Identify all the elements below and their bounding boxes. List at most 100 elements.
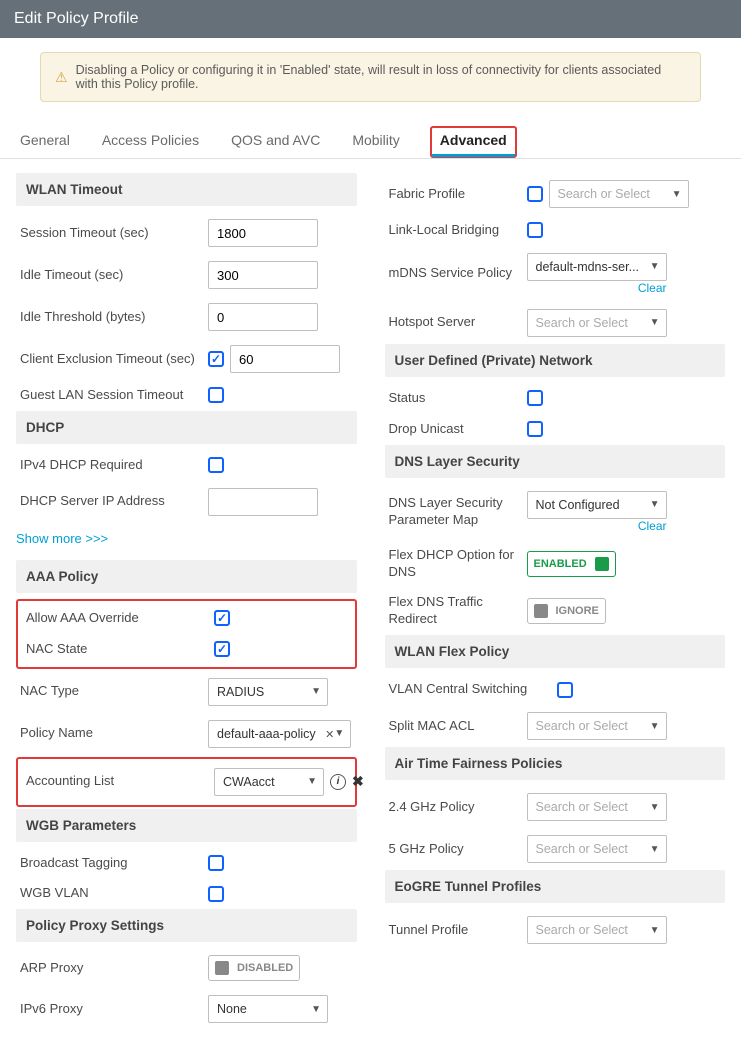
label-accounting-list: Accounting List (26, 773, 206, 790)
input-dhcp-server-ip[interactable] (208, 488, 318, 516)
row-accounting-list: Accounting List CWAacct▼ i ✖ (22, 761, 351, 803)
select-policy-name[interactable]: default-aaa-policy ✕▼ (208, 720, 351, 748)
row-flex-dhcp: Flex DHCP Option for DNS ENABLED (385, 540, 726, 588)
label-fabric-profile: Fabric Profile (389, 186, 519, 203)
remove-x-icon[interactable]: ✖ (352, 773, 364, 790)
row-mdns: mDNS Service Policy default-mdns-ser...▼… (385, 246, 726, 302)
select-dns-param[interactable]: Not Configured▼ (527, 491, 667, 519)
label-status: Status (389, 390, 519, 407)
row-hotspot: Hotspot Server Search or Select▼ (385, 302, 726, 344)
checkbox-broadcast-tagging[interactable] (208, 855, 224, 871)
select-hotspot[interactable]: Search or Select▼ (527, 309, 667, 337)
select-accounting-list[interactable]: CWAacct▼ (214, 768, 324, 796)
row-wgb-vlan: WGB VLAN (16, 878, 357, 909)
row-policy-name: Policy Name default-aaa-policy ✕▼ (16, 713, 357, 755)
warning-banner: ⚠ Disabling a Policy or configuring it i… (40, 52, 701, 102)
checkbox-wgb-vlan[interactable] (208, 886, 224, 902)
caret-down-icon: ▼ (650, 261, 660, 272)
label-broadcast-tagging: Broadcast Tagging (20, 855, 200, 872)
select-mdns[interactable]: default-mdns-ser...▼ (527, 253, 667, 281)
label-tunnel: Tunnel Profile (389, 922, 519, 939)
input-idle-timeout[interactable] (208, 261, 318, 289)
caret-down-icon: ▼ (334, 728, 344, 739)
label-policy-name: Policy Name (20, 725, 200, 742)
toggle-square-icon (595, 557, 609, 571)
input-idle-threshold[interactable] (208, 303, 318, 331)
row-broadcast-tagging: Broadcast Tagging (16, 848, 357, 879)
caret-down-icon: ▼ (311, 686, 321, 697)
checkbox-guest-lan[interactable] (208, 387, 224, 403)
input-session-timeout[interactable] (208, 219, 318, 247)
tab-qos-avc[interactable]: QOS and AVC (229, 126, 322, 158)
highlight-accounting-list: Accounting List CWAacct▼ i ✖ (16, 757, 357, 807)
warning-text: Disabling a Policy or configuring it in … (76, 63, 686, 91)
label-client-exclusion: Client Exclusion Timeout (sec) (20, 351, 200, 368)
toggle-square-icon (534, 604, 548, 618)
label-split-mac: Split MAC ACL (389, 718, 519, 735)
row-nac-type: NAC Type RADIUS▼ (16, 671, 357, 713)
select-tunnel[interactable]: Search or Select▼ (527, 916, 667, 944)
checkbox-ipv4-dhcp[interactable] (208, 457, 224, 473)
checkbox-vlan-central[interactable] (557, 682, 573, 698)
row-5ghz: 5 GHz Policy Search or Select▼ (385, 828, 726, 870)
link-show-more[interactable]: Show more >>> (16, 531, 108, 546)
row-24ghz: 2.4 GHz Policy Search or Select▼ (385, 786, 726, 828)
tab-advanced[interactable]: Advanced (430, 126, 517, 158)
tab-mobility[interactable]: Mobility (350, 126, 401, 158)
caret-down-icon: ▼ (650, 499, 660, 510)
section-dns: DNS Layer Security (385, 445, 726, 478)
form-columns: WLAN Timeout Session Timeout (sec) Idle … (0, 159, 741, 1054)
select-fabric-profile[interactable]: Search or Select▼ (549, 180, 689, 208)
row-ipv4-dhcp: IPv4 DHCP Required (16, 450, 357, 481)
section-proxy: Policy Proxy Settings (16, 909, 357, 942)
row-dhcp-server-ip: DHCP Server IP Address (16, 481, 357, 523)
row-flex-dns: Flex DNS Traffic Redirect IGNORE (385, 587, 726, 635)
caret-down-icon: ▼ (650, 802, 660, 813)
label-ipv6-proxy: IPv6 Proxy (20, 1001, 200, 1018)
tab-general[interactable]: General (18, 126, 72, 158)
toggle-flex-dhcp[interactable]: ENABLED (527, 551, 616, 577)
select-split-mac[interactable]: Search or Select▼ (527, 712, 667, 740)
info-icon[interactable]: i (330, 774, 346, 790)
checkbox-allow-aaa[interactable] (214, 610, 230, 626)
toggle-flex-dns[interactable]: IGNORE (527, 598, 606, 624)
checkbox-fabric-profile[interactable] (527, 186, 543, 202)
tab-bar: General Access Policies QOS and AVC Mobi… (0, 116, 741, 159)
row-session-timeout: Session Timeout (sec) (16, 212, 357, 254)
caret-down-icon: ▼ (672, 189, 682, 200)
page-title: Edit Policy Profile (14, 10, 139, 27)
left-column: WLAN Timeout Session Timeout (sec) Idle … (16, 173, 357, 1030)
clear-x-icon[interactable]: ✕ (325, 729, 334, 741)
toggle-arp-proxy[interactable]: DISABLED (208, 955, 300, 981)
select-nac-type[interactable]: RADIUS▼ (208, 678, 328, 706)
label-flex-dns: Flex DNS Traffic Redirect (389, 594, 519, 628)
label-5ghz: 5 GHz Policy (389, 841, 519, 858)
link-clear-dns[interactable]: Clear (638, 519, 667, 533)
label-allow-aaa: Allow AAA Override (26, 610, 206, 627)
link-clear-mdns[interactable]: Clear (638, 281, 667, 295)
row-allow-aaa: Allow AAA Override (22, 603, 351, 634)
checkbox-status[interactable] (527, 390, 543, 406)
section-aaa-policy: AAA Policy (16, 560, 357, 593)
section-eogre: EoGRE Tunnel Profiles (385, 870, 726, 903)
select-ipv6-proxy[interactable]: None▼ (208, 995, 328, 1023)
select-24ghz[interactable]: Search or Select▼ (527, 793, 667, 821)
checkbox-drop-unicast[interactable] (527, 421, 543, 437)
caret-down-icon: ▼ (307, 776, 317, 787)
row-fabric-profile: Fabric Profile Search or Select▼ (385, 173, 726, 215)
label-mdns: mDNS Service Policy (389, 265, 519, 282)
toggle-square-icon (215, 961, 229, 975)
select-5ghz[interactable]: Search or Select▼ (527, 835, 667, 863)
checkbox-nac-state[interactable] (214, 641, 230, 657)
row-link-local: Link-Local Bridging (385, 215, 726, 246)
row-arp-proxy: ARP Proxy DISABLED (16, 948, 357, 988)
checkbox-link-local[interactable] (527, 222, 543, 238)
checkbox-client-exclusion[interactable] (208, 351, 224, 367)
input-client-exclusion[interactable] (230, 345, 340, 373)
tab-access-policies[interactable]: Access Policies (100, 126, 201, 158)
label-idle-threshold: Idle Threshold (bytes) (20, 309, 200, 326)
caret-down-icon: ▼ (650, 317, 660, 328)
row-idle-threshold: Idle Threshold (bytes) (16, 296, 357, 338)
label-nac-type: NAC Type (20, 683, 200, 700)
section-wlanflex: WLAN Flex Policy (385, 635, 726, 668)
